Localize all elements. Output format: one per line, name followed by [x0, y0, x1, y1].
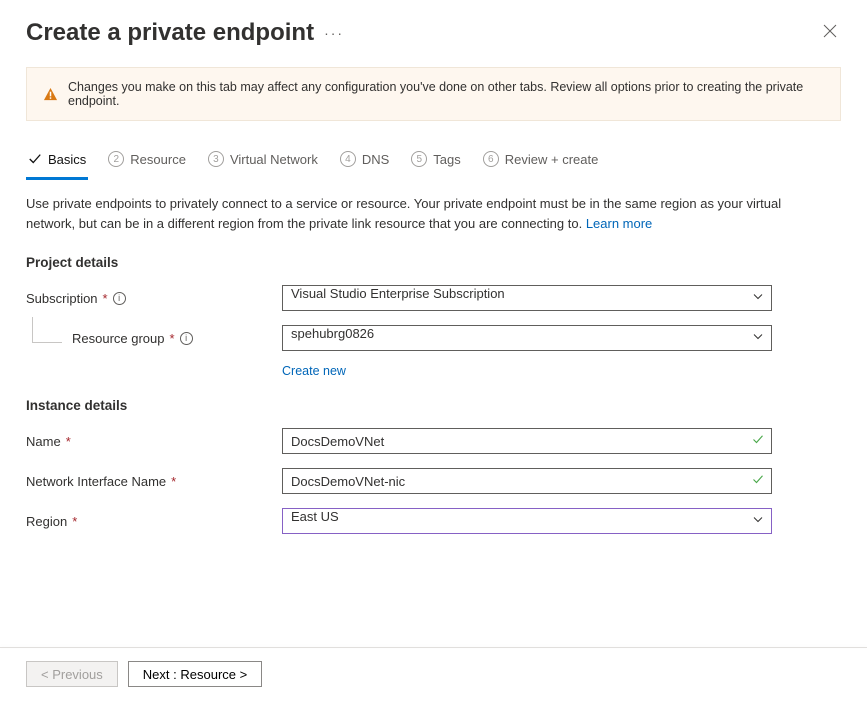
tab-description: Use private endpoints to privately conne… [26, 194, 806, 233]
info-icon[interactable]: i [113, 292, 126, 305]
step-num-icon: 6 [483, 151, 499, 167]
tab-bar: Basics 2 Resource 3 Virtual Network 4 DNS 5… [26, 145, 841, 180]
create-new-link[interactable]: Create new [282, 364, 346, 378]
label-subscription: Subscription* i [26, 291, 282, 306]
subscription-select[interactable]: Visual Studio Enterprise Subscription [282, 285, 772, 311]
tab-label: Virtual Network [230, 152, 318, 167]
label-region: Region* [26, 514, 282, 529]
tab-review-create[interactable]: 6 Review + create [481, 145, 601, 180]
next-button[interactable]: Next : Resource > [128, 661, 262, 687]
check-icon [28, 152, 42, 166]
resource-group-select[interactable]: spehubrg0826 [282, 325, 772, 351]
learn-more-link[interactable]: Learn more [586, 216, 652, 231]
page-title: Create a private endpoint [26, 19, 314, 47]
tab-label: Review + create [505, 152, 599, 167]
name-input[interactable] [282, 428, 772, 454]
label-nic-name: Network Interface Name* [26, 474, 282, 489]
section-project-details: Project details [26, 255, 841, 270]
tab-label: Tags [433, 152, 460, 167]
alert-text: Changes you make on this tab may affect … [68, 80, 824, 108]
tab-resource[interactable]: 2 Resource [106, 145, 188, 180]
step-num-icon: 4 [340, 151, 356, 167]
tab-label: DNS [362, 152, 389, 167]
label-resource-group: Resource group* i [26, 331, 282, 346]
region-select[interactable]: East US [282, 508, 772, 534]
info-icon[interactable]: i [180, 332, 193, 345]
tab-basics[interactable]: Basics [26, 145, 88, 180]
tab-virtual-network[interactable]: 3 Virtual Network [206, 145, 320, 180]
close-icon[interactable] [819, 18, 841, 47]
section-instance-details: Instance details [26, 398, 841, 413]
tab-dns[interactable]: 4 DNS [338, 145, 391, 180]
step-num-icon: 2 [108, 151, 124, 167]
tab-label: Resource [130, 152, 186, 167]
nic-name-input[interactable] [282, 468, 772, 494]
label-name: Name* [26, 434, 282, 449]
warning-alert: Changes you make on this tab may affect … [26, 67, 841, 121]
tab-label: Basics [48, 152, 86, 167]
previous-button: < Previous [26, 661, 118, 687]
step-num-icon: 3 [208, 151, 224, 167]
warning-icon [43, 87, 58, 102]
more-actions-icon[interactable]: ··· [324, 25, 344, 41]
step-num-icon: 5 [411, 151, 427, 167]
tab-tags[interactable]: 5 Tags [409, 145, 462, 180]
